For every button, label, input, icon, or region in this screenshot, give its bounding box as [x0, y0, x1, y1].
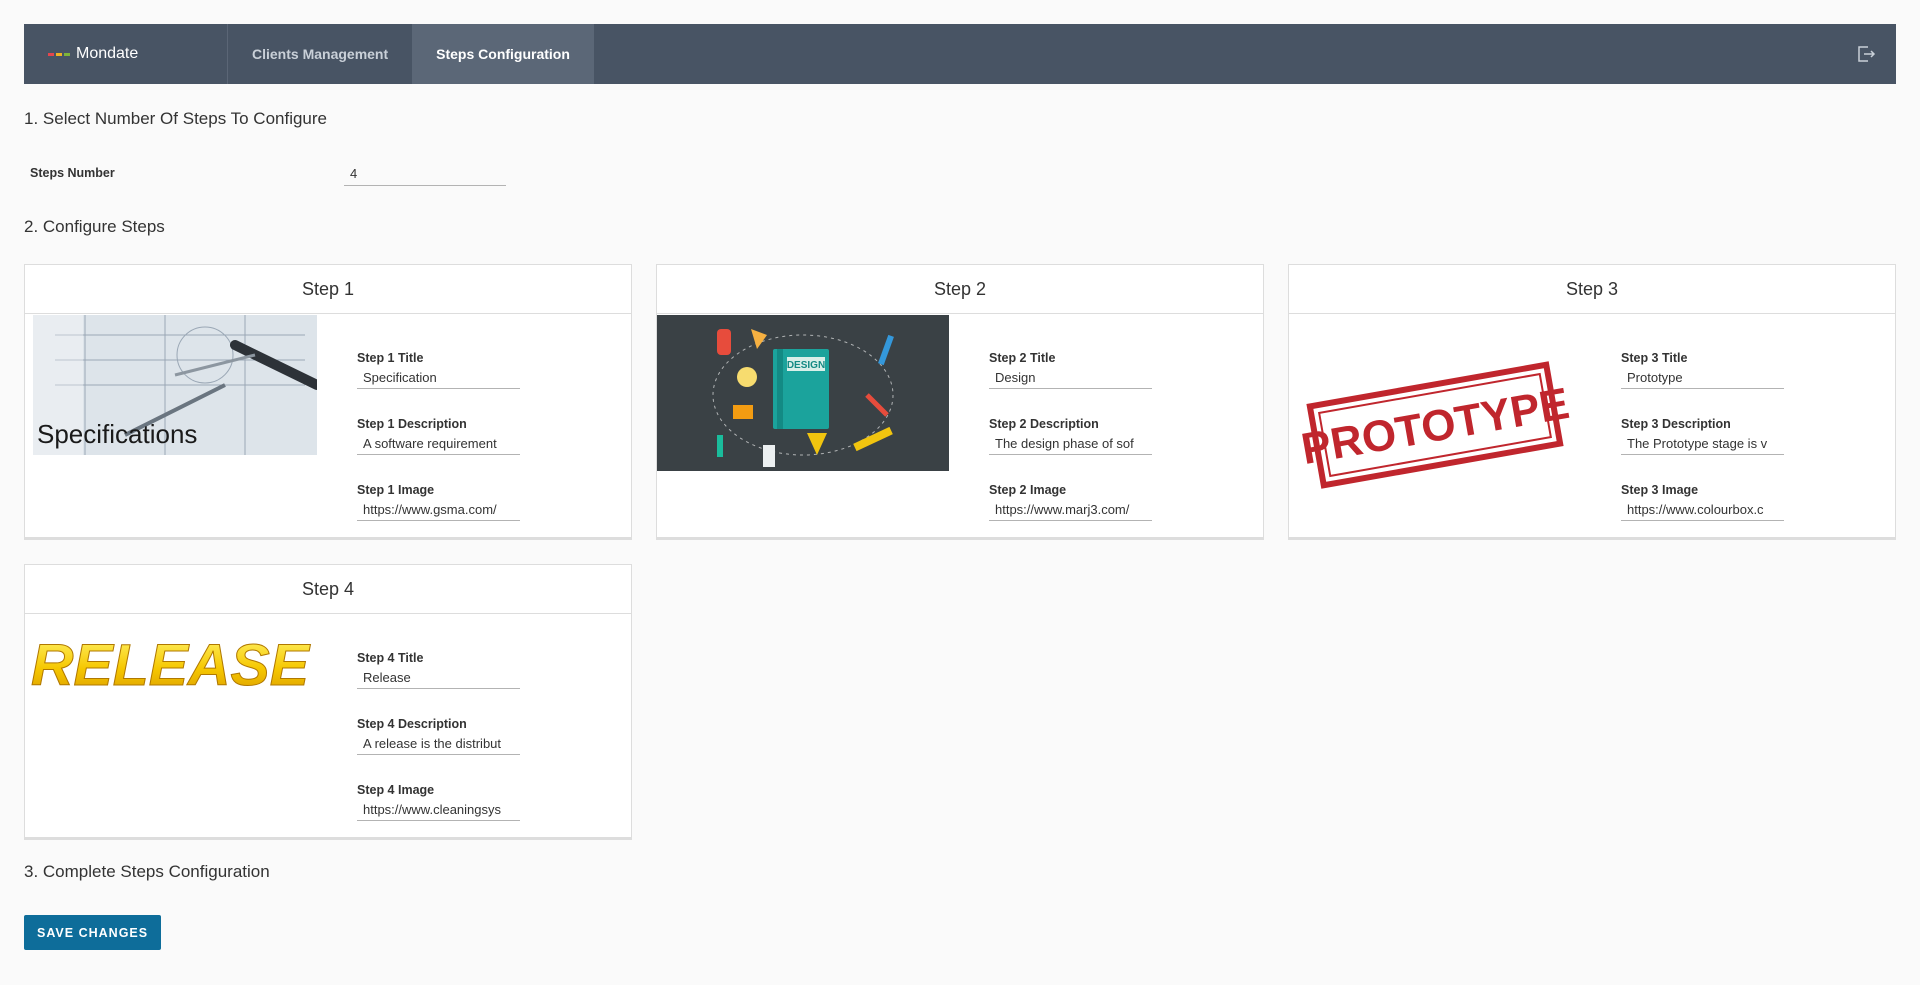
step-4-fields: Step 4 Title Step 4 Description Step 4 I… — [357, 651, 557, 849]
step-card-2: Step 2 DESIGN Step 2 Title Step 2 Descri… — [656, 264, 1264, 540]
step-card-header: Step 4 — [25, 565, 631, 614]
step-card-3: Step 3 PROTOTYPE Step 3 Title Step 3 Des… — [1288, 264, 1896, 540]
step-1-image-caption: Specifications — [37, 419, 197, 449]
step-1-image-input[interactable] — [357, 499, 520, 521]
step-image-label: Step 2 Image — [989, 483, 1067, 497]
tab-clients-management[interactable]: Clients Management — [228, 24, 412, 84]
step-2-image: DESIGN — [657, 315, 949, 476]
step-2-title-input[interactable] — [989, 367, 1152, 389]
step-title-label: Step 1 Title — [357, 351, 424, 365]
logout-button[interactable] — [1836, 24, 1896, 84]
step-title-label: Step 3 Title — [1621, 351, 1688, 365]
step-1-description-input[interactable] — [357, 433, 520, 455]
step-1-image: Specifications — [25, 315, 322, 460]
section-select-steps-title: 1. Select Number Of Steps To Configure — [24, 109, 328, 128]
step-1-title-input[interactable] — [357, 367, 520, 389]
step-card-header: Step 3 — [1289, 265, 1895, 314]
step-4-image: RELEASE — [25, 615, 317, 710]
step-title-label: Step 2 Title — [989, 351, 1056, 365]
step-4-description-input[interactable] — [357, 733, 520, 755]
steps-number-input[interactable] — [344, 162, 506, 186]
top-navbar: Mondate Clients Management Steps Configu… — [24, 24, 1896, 84]
step-2-fields: Step 2 Title Step 2 Description Step 2 I… — [989, 351, 1189, 549]
app-name: Mondate — [76, 45, 139, 62]
step-card-header: Step 1 — [25, 265, 631, 314]
steps-number-label: Steps Number — [30, 166, 115, 180]
step-4-image-caption: RELEASE — [31, 633, 311, 698]
step-3-description-input[interactable] — [1621, 433, 1784, 455]
step-card-1: Step 1 Specifications Step 1 Title Step … — [24, 264, 632, 540]
step-3-image: PROTOTYPE — [1289, 315, 1581, 546]
step-description-label: Step 1 Description — [357, 417, 467, 431]
step-3-title-input[interactable] — [1621, 367, 1784, 389]
header-spacer — [594, 24, 1836, 84]
step-description-label: Step 2 Description — [989, 417, 1099, 431]
step-card-4: Step 4 RELEASE Step 4 Title Step 4 Descr… — [24, 564, 632, 840]
save-changes-button[interactable]: SAVE CHANGES — [24, 915, 162, 950]
step-3-fields: Step 3 Title Step 3 Description Step 3 I… — [1621, 351, 1821, 549]
step-image-label: Step 4 Image — [357, 783, 435, 797]
step-description-label: Step 3 Description — [1621, 417, 1731, 431]
step-1-fields: Step 1 Title Step 1 Description Step 1 I… — [357, 351, 557, 549]
step-description-label: Step 4 Description — [357, 717, 467, 731]
logout-icon — [1858, 46, 1876, 62]
step-4-title-input[interactable] — [357, 667, 520, 689]
step-2-image-caption: DESIGN — [787, 360, 825, 371]
step-4-image-input[interactable] — [357, 799, 520, 821]
step-title-label: Step 4 Title — [357, 651, 424, 665]
step-3-image-input[interactable] — [1621, 499, 1784, 521]
brand[interactable]: Mondate — [24, 24, 228, 84]
tab-steps-configuration[interactable]: Steps Configuration — [412, 24, 594, 84]
step-2-image-input[interactable] — [989, 499, 1152, 521]
brand-logo-icon — [48, 52, 70, 56]
section-configure-steps-title: 2. Configure Steps — [24, 217, 165, 236]
step-2-description-input[interactable] — [989, 433, 1152, 455]
step-image-label: Step 1 Image — [357, 483, 435, 497]
step-image-label: Step 3 Image — [1621, 483, 1699, 497]
section-complete-title: 3. Complete Steps Configuration — [24, 862, 270, 881]
step-card-header: Step 2 — [657, 265, 1263, 314]
